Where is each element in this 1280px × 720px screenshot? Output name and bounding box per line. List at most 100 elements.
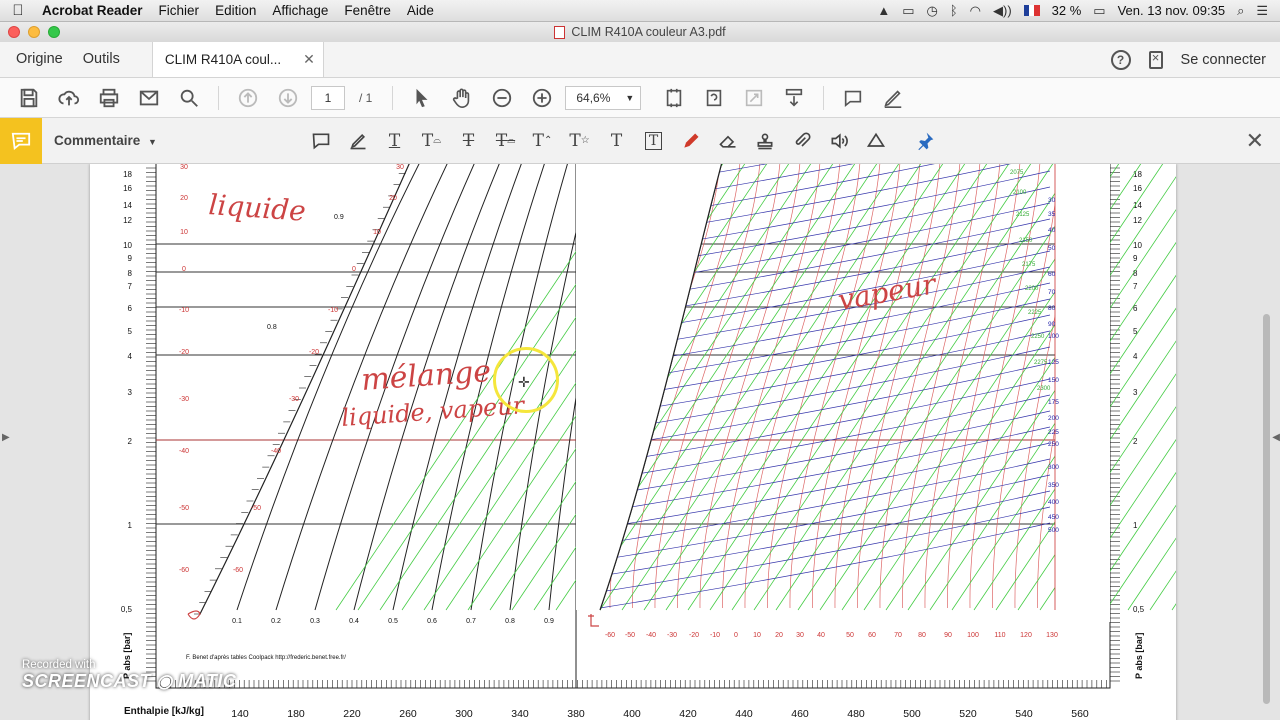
spotlight-icon[interactable]: ⌕	[1237, 3, 1244, 19]
density-label: 2200	[1025, 286, 1039, 292]
airplay-icon[interactable]: ▭	[902, 3, 914, 19]
temperature-label: -10	[179, 307, 189, 314]
text-box-icon[interactable]: T	[639, 126, 668, 156]
superheat-label: 300	[1048, 464, 1059, 471]
cursor-icon[interactable]	[405, 83, 439, 113]
drive-icon[interactable]: ▲	[877, 3, 890, 18]
insert-text-icon[interactable]: T ⌃	[528, 126, 557, 156]
battery-icon[interactable]: ▭	[1093, 3, 1105, 19]
strikethrough-icon[interactable]: T	[454, 126, 483, 156]
attach-file-icon[interactable]	[787, 126, 816, 156]
flag-fr-icon[interactable]	[1023, 5, 1040, 16]
temperature-label: -40	[179, 448, 189, 455]
text-callout-icon[interactable]: T ☆	[565, 126, 594, 156]
enthalpy-tick: 140	[231, 708, 249, 720]
search-icon[interactable]	[172, 83, 206, 113]
record-audio-icon[interactable]	[824, 126, 853, 156]
pressure-axis-label-right: P abs [bar]	[1134, 633, 1144, 679]
bottom-temperature-label: 30	[796, 632, 804, 639]
right-panel-toggle-icon[interactable]: ◀	[1272, 432, 1280, 443]
tab-outils[interactable]: Outils	[77, 42, 134, 77]
upload-icon[interactable]	[52, 83, 86, 113]
underline-text-icon[interactable]: T	[380, 126, 409, 156]
enthalpy-tick: 460	[791, 708, 809, 720]
menu-edition[interactable]: Edition	[207, 3, 264, 18]
eraser-icon[interactable]	[713, 126, 742, 156]
comment-tool-icon[interactable]	[0, 117, 42, 164]
fullscreen-icon[interactable]	[737, 83, 771, 113]
wifi-icon[interactable]: ◠	[970, 3, 981, 19]
sign-in-link[interactable]: Se connecter	[1181, 52, 1266, 68]
menu-aide[interactable]: Aide	[399, 3, 442, 18]
close-document-icon[interactable]	[1148, 50, 1163, 69]
isochore-line	[775, 164, 1076, 611]
zoom-select[interactable]: 64,6% ▼	[565, 85, 642, 110]
watermark-recorded: Recorded with	[22, 659, 96, 671]
isentrope-line	[599, 394, 1051, 481]
menu-affichage[interactable]: Affichage	[264, 3, 336, 18]
stamp-icon[interactable]	[750, 126, 779, 156]
highlight-pen-icon[interactable]	[876, 83, 910, 113]
pin-icon[interactable]	[910, 126, 939, 156]
close-comment-bar-icon[interactable]: ✕	[1246, 128, 1264, 154]
add-text-icon[interactable]: T	[602, 126, 631, 156]
scroll-mode-icon[interactable]	[777, 83, 811, 113]
page-number-input[interactable]: 1	[311, 85, 345, 110]
email-icon[interactable]	[132, 83, 166, 113]
clock[interactable]: Ven. 13 nov. 09:35	[1118, 3, 1225, 18]
isotherm-line	[767, 164, 861, 609]
tab-document[interactable]: CLIM R410A coul... ✕	[151, 42, 324, 77]
caret-down-icon: ▼	[148, 137, 157, 147]
fullscreen-window-button[interactable]	[48, 26, 60, 38]
fit-page-icon[interactable]	[657, 83, 691, 113]
bottom-temperature-label: -40	[646, 632, 656, 639]
apple-icon[interactable]: 	[0, 2, 36, 19]
bottom-temperature-label: 50	[846, 632, 854, 639]
print-icon[interactable]	[92, 83, 126, 113]
bottom-temperature-label: 110	[994, 632, 1005, 639]
menu-fichier[interactable]: Fichier	[151, 3, 208, 18]
pressure-tick-left: 3	[128, 388, 133, 397]
menu-fenetre[interactable]: Fenêtre	[336, 3, 399, 18]
zoom-in-icon[interactable]	[525, 83, 559, 113]
highlight-icon[interactable]	[343, 126, 372, 156]
window-title: CLIM R410A couleur A3.pdf	[571, 25, 726, 39]
density-label: 2225	[1028, 310, 1042, 316]
bluetooth-icon[interactable]: ᛒ	[950, 3, 958, 18]
volume-icon[interactable]: ◀))	[993, 3, 1012, 19]
pencil-icon[interactable]	[676, 126, 705, 156]
text-comment-icon[interactable]: T ⌓	[417, 126, 446, 156]
minimize-window-button[interactable]	[28, 26, 40, 38]
close-window-button[interactable]	[8, 26, 20, 38]
sticky-note-icon[interactable]	[306, 126, 335, 156]
temperature-label: -30	[179, 396, 189, 403]
close-tab-icon[interactable]: ✕	[303, 51, 315, 68]
save-icon[interactable]	[12, 83, 46, 113]
document-viewport[interactable]: ▶ ◀ 18 18 16 16 14 14 12 12 10 10 9 9 8 8 7 7 6 6 5 5 4 4 3 3 2 2…	[0, 164, 1280, 720]
toolbar-divider	[218, 85, 219, 110]
rotate-icon[interactable]	[697, 83, 731, 113]
shape-tools-icon[interactable]	[861, 126, 890, 156]
comment-bubble-icon[interactable]	[836, 83, 870, 113]
arrow-down-icon[interactable]	[271, 83, 305, 113]
main-toolbar: 1 / 1 64,6% ▼	[0, 78, 1280, 118]
toolbar-divider	[392, 85, 394, 110]
time-machine-icon[interactable]: ◷	[927, 3, 938, 19]
help-icon[interactable]: ?	[1110, 49, 1131, 70]
hand-icon[interactable]	[445, 83, 479, 113]
enthalpy-tick: 340	[511, 708, 529, 720]
pdf-file-icon	[554, 25, 566, 39]
zoom-out-icon[interactable]	[485, 83, 519, 113]
notification-center-icon[interactable]: ☰	[1256, 3, 1268, 19]
tab-origine[interactable]: Origine	[0, 42, 77, 77]
app-menu[interactable]: Acrobat Reader	[36, 3, 151, 18]
left-panel-toggle-icon[interactable]: ▶	[2, 432, 10, 443]
enthalpy-tick: 180	[287, 708, 305, 720]
replace-text-icon[interactable]: T ⌓	[491, 126, 520, 156]
superheat-label: 175	[1048, 399, 1059, 406]
battery-percent[interactable]: 32 %	[1052, 3, 1082, 18]
arrow-up-icon[interactable]	[231, 83, 265, 113]
pdf-page[interactable]: 18 18 16 16 14 14 12 12 10 10 9 9 8 8 7 7 6 6 5 5 4 4 3 3 2 2 1 1 0,…	[90, 164, 1176, 720]
vertical-scrollbar[interactable]	[1263, 314, 1270, 704]
comment-dropdown[interactable]: Commentaire ▼	[42, 133, 306, 148]
